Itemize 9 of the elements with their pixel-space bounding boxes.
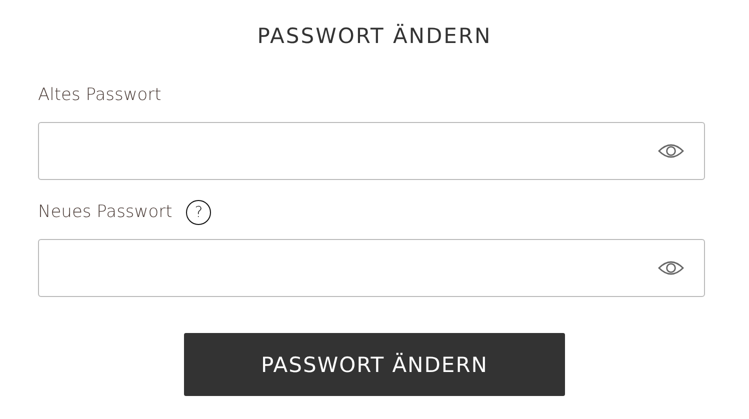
field-label: Altes Passwort (38, 85, 162, 105)
eye-icon[interactable] (658, 143, 684, 159)
form-title: PASSWORT ÄNDERN (256, 22, 493, 50)
password-field[interactable] (38, 122, 705, 180)
field-label: Neues Passwort (38, 202, 172, 222)
password-field[interactable] (38, 239, 705, 297)
submit-button[interactable]: PASSWORT ÄNDERN (184, 333, 565, 396)
eye-icon[interactable] (658, 260, 684, 276)
help-icon[interactable]: ? (186, 200, 212, 224)
